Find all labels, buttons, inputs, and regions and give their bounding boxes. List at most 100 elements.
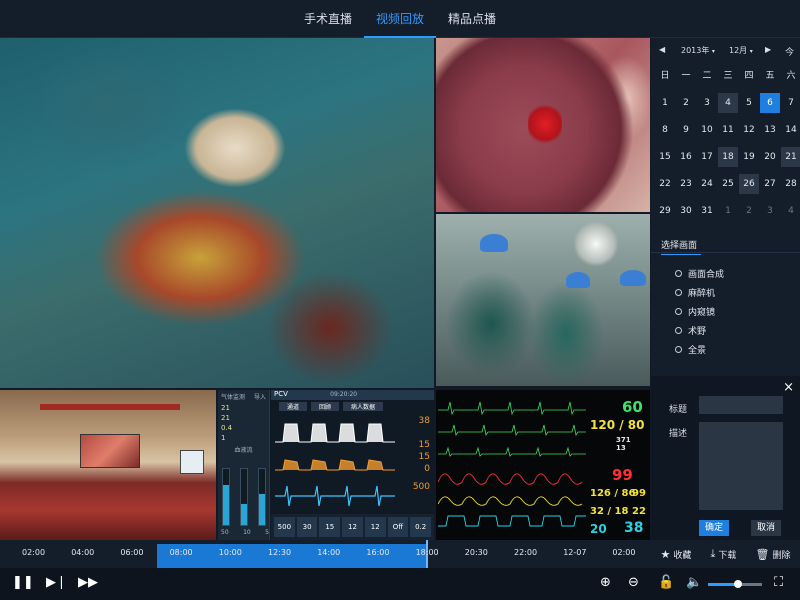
calendar-day[interactable]: 17 (697, 147, 717, 167)
prev-month-icon[interactable]: ◀ (659, 45, 665, 54)
calendar-day[interactable]: 30 (676, 201, 696, 221)
chevron-down-icon: ▾ (749, 48, 753, 55)
monitor-etco2-rr: 22 (632, 506, 646, 517)
calendar-day[interactable]: 15 (655, 147, 675, 167)
title-input[interactable] (699, 396, 783, 414)
calendar-day[interactable]: 27 (760, 174, 780, 194)
calendar-day[interactable]: 7 (781, 93, 800, 113)
calendar-day[interactable]: 5 (739, 93, 759, 113)
volume-icon[interactable]: 🔈 (686, 575, 702, 590)
timeline-tick-label: 08:00 (169, 548, 193, 557)
calendar-day[interactable]: 29 (655, 201, 675, 221)
calendar-day[interactable]: 18 (718, 147, 738, 167)
calendar-day[interactable]: 13 (760, 120, 780, 140)
today-button[interactable]: 今 (785, 45, 794, 58)
desc-label: 描述 (669, 429, 688, 439)
pause-icon[interactable]: ❚❚ (12, 575, 34, 590)
radio-label: 全景 (688, 346, 707, 356)
close-icon[interactable]: × (783, 380, 794, 395)
download-icon: ⤓ (710, 547, 716, 560)
calendar-day[interactable]: 9 (676, 120, 696, 140)
monitor-bp-small: 13 (616, 444, 626, 452)
endoscope-image-detail (528, 104, 562, 144)
cancel-button[interactable]: 取消 (751, 520, 781, 536)
anesthesia-flow-bars (222, 468, 266, 526)
video-anesthesia-machine[interactable]: 气体监测 导入 21 21 0.4 1 血液流 50 10 5 PCV 09:2… (218, 390, 434, 540)
confirm-button[interactable]: 确定 (699, 520, 729, 536)
calendar-day[interactable]: 4 (781, 201, 800, 221)
calendar-day[interactable]: 1 (718, 201, 738, 221)
anesthesia-gas-header: 气体监测 导入 (218, 390, 269, 403)
video-patient-monitor[interactable]: 60 120 / 80 371 13 99 126 / 86 99 32 / 1… (436, 390, 650, 540)
lock-icon[interactable]: 🔓 (658, 575, 674, 590)
calendar-day[interactable]: 31 (697, 201, 717, 221)
download-button[interactable]: ⤓ 下载 (711, 547, 737, 561)
favorite-button[interactable]: ★ 收藏 (661, 548, 692, 561)
zoom-in-icon[interactable]: ⊕ (600, 575, 611, 590)
next-month-icon[interactable]: ▶ (765, 45, 771, 54)
fullscreen-icon[interactable]: ⛶ (774, 575, 783, 590)
monitor-etco2: 32 / 18 (590, 506, 629, 517)
calendar-day[interactable]: 1 (655, 93, 675, 113)
fast-forward-icon[interactable]: ▶▶ (78, 575, 98, 590)
calendar-day[interactable]: 6 (760, 93, 780, 113)
ventilator-setting: 12 (364, 517, 386, 537)
calendar-day[interactable]: 12 (739, 120, 759, 140)
calendar-day[interactable]: 3 (697, 93, 717, 113)
calendar-day[interactable]: 22 (655, 174, 675, 194)
volume-knob[interactable] (733, 580, 742, 588)
delete-button[interactable]: 🗑 删除 (755, 548, 790, 561)
delete-label: 删除 (772, 550, 791, 561)
calendar-day[interactable]: 2 (676, 93, 696, 113)
calendar-day[interactable]: 26 (739, 174, 759, 194)
calendar-weekday: 三 (723, 71, 733, 81)
step-forward-icon[interactable]: ▶❘ (46, 575, 67, 590)
ventilator-setting: Off (387, 517, 409, 537)
video-operating-room[interactable] (436, 214, 650, 386)
radio-panorama[interactable]: 全景 (675, 340, 724, 359)
calendar-day[interactable]: 16 (676, 147, 696, 167)
month-select[interactable]: 12月 ▾ (729, 45, 753, 56)
flow-bar (258, 468, 266, 526)
radio-endoscope[interactable]: 内窥镜 (675, 302, 724, 321)
video-surgical-field[interactable] (0, 38, 434, 388)
tab-replay[interactable]: 视频回放 (364, 0, 436, 38)
calendar-day[interactable]: 4 (718, 93, 738, 113)
calendar-day[interactable]: 11 (718, 120, 738, 140)
star-icon: ★ (660, 547, 671, 561)
calendar-day[interactable]: 20 (760, 147, 780, 167)
timeline-tick-label: 22:00 (514, 548, 538, 557)
timeline[interactable]: 02:00 04:00 06:00 08:00 10:00 12:30 14:00 16:00… (0, 540, 651, 568)
year-select[interactable]: 2013年 ▾ (681, 45, 715, 56)
calendar-day[interactable]: 8 (655, 120, 675, 140)
radio-composite[interactable]: 画面合成 (675, 264, 724, 283)
video-endoscope[interactable] (436, 38, 650, 212)
ventilator-settings: 500 30 15 12 12 Off 0.2 (271, 514, 434, 540)
zoom-out-icon[interactable]: ⊖ (628, 575, 639, 590)
anesthesia-gas-header-label: 气体监测 (221, 394, 246, 401)
tab-live[interactable]: 手术直播 (292, 0, 364, 38)
tab-featured[interactable]: 精品点播 (436, 0, 508, 38)
calendar-day[interactable]: 2 (739, 201, 759, 221)
calendar-day[interactable]: 28 (781, 174, 800, 194)
ventilator-value: 15 (418, 452, 430, 462)
calendar-day[interactable]: 25 (718, 174, 738, 194)
video-auditorium[interactable] (0, 390, 216, 540)
calendar-day[interactable]: 3 (760, 201, 780, 221)
radio-label: 画面合成 (688, 270, 725, 280)
radio-circle-icon (675, 308, 682, 315)
calendar-day[interactable]: 21 (781, 147, 800, 167)
ventilator-tab: 通道 (279, 402, 308, 411)
monitor-temp: 20 (590, 522, 607, 536)
radio-surgical-field[interactable]: 术野 (675, 321, 724, 340)
monitor-bp: 120 / 80 (590, 418, 645, 432)
calendar-grid: 日一二三四五六 1 2 3 4 5 6 7 8 9 10 11 12 13 14 15 16 17 18 19 20 21… (655, 66, 800, 228)
calendar-day[interactable]: 23 (676, 174, 696, 194)
calendar-day[interactable]: 10 (697, 120, 717, 140)
calendar-day[interactable]: 14 (781, 120, 800, 140)
radio-anesthesia[interactable]: 麻醉机 (675, 283, 724, 302)
volume-slider[interactable] (708, 580, 762, 588)
calendar-day[interactable]: 24 (697, 174, 717, 194)
calendar-day[interactable]: 19 (739, 147, 759, 167)
desc-textarea[interactable] (699, 422, 783, 510)
